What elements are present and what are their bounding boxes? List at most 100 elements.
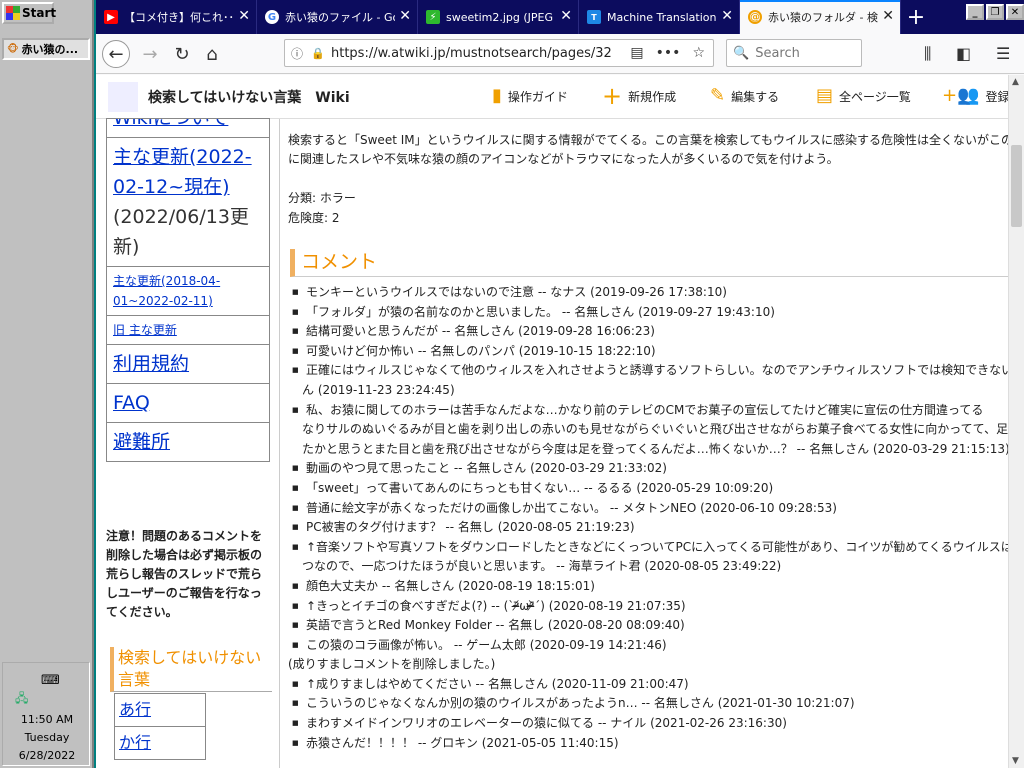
scrollbar-thumb[interactable]: [1011, 145, 1022, 227]
close-icon[interactable]: ✕: [560, 9, 572, 23]
clock-date: 6/28/2022: [18, 749, 76, 762]
comment-item: 可愛いけど何か怖い -- 名無しのパンパ (2019-10-15 18:22:1…: [288, 342, 1008, 362]
scroll-up-icon[interactable]: ▲: [1012, 77, 1019, 87]
tab-atwiki[interactable]: @ 赤い猿のフォルダ - 検索 ✕: [740, 0, 901, 34]
comment-item: 普通に絵文字が赤くなっただけの画像しか出てこない。 -- メタトンNEO (20…: [288, 499, 1008, 519]
tab-strip: ▶ 【コメ付き】何これ･･･ 寿 ✕ G 赤い猿のファイル - Goog ✕ ⚡…: [96, 0, 1024, 34]
kana-link-ka[interactable]: か行: [114, 726, 206, 760]
tab-title: 【コメ付き】何これ･･･ 寿: [124, 11, 234, 24]
window-controls: _ ❐ ✕: [966, 4, 1024, 20]
reload-button[interactable]: ↻: [168, 40, 196, 68]
close-icon[interactable]: ✕: [721, 9, 733, 23]
sidebar-item-updates[interactable]: 主な更新(2022-02-12~現在): [113, 142, 263, 202]
scroll-down-icon[interactable]: ▼: [1012, 756, 1019, 766]
navigation-toolbar: ← → ↻ ⌂ ⓘ 🔒 https://w.atwiki.jp/mustnots…: [96, 34, 1024, 74]
comment-item: PC被害のタグ付けます？ -- 名無し (2020-08-05 21:19:23…: [288, 518, 1008, 538]
tab-title: Machine Translation -: [607, 10, 717, 24]
sidebar-item-about[interactable]: Wikiについて: [113, 119, 263, 133]
site-header: 検索してはいけない言葉 Wiki ▮ 操作ガイド + 新規作成 ✎ 編集する ▤…: [96, 75, 1024, 119]
forward-button[interactable]: →: [136, 40, 164, 68]
main-article: 検索すると「Sweet IM」というウイルスに関する情報がでてくる。この言葉を検…: [282, 119, 1008, 768]
article-category: 分類: ホラー: [288, 191, 356, 205]
info-icon[interactable]: ⓘ: [285, 45, 309, 62]
description-line-1: 検索すると「Sweet IM」というウイルスに関する情報がでてくる。この言葉を検…: [288, 133, 1008, 147]
tab-youtube[interactable]: ▶ 【コメ付き】何これ･･･ 寿 ✕: [96, 0, 257, 34]
comment-continuation: ん (2019-11-23 23:24:45): [302, 382, 455, 397]
sidebar-item-updates-old[interactable]: 主な更新(2018-04-01~2022-02-11): [113, 271, 263, 311]
system-tray: ⌨ 🖧 11:50 AM Tuesday 6/28/2022: [2, 662, 90, 766]
header-link-all-pages[interactable]: ▤ 全ページ一覧: [816, 87, 911, 105]
comment-item: 英語で言うとRed Monkey Folder -- 名無し (2020-08-…: [288, 616, 1008, 636]
header-link-guide[interactable]: ▮ 操作ガイド: [492, 87, 568, 105]
comment-item: 赤猿さんだ！！！！ -- グロキン (2021-05-05 11:40:15): [288, 734, 1008, 754]
library-icon[interactable]: ⫼: [924, 44, 931, 64]
tab-image[interactable]: ⚡ sweetim2.jpg (JPEG 画 ✕: [418, 0, 579, 34]
description-line-2: に関連したスレや不気味な猿の顔のアイコンなどがトラウマになった人が多くいるので気…: [288, 152, 839, 166]
minimize-button[interactable]: _: [966, 4, 984, 20]
reader-view-icon[interactable]: ▤: [630, 45, 643, 61]
comment-item: ↑成りすましはやめてください -- 名無しさん (2020-11-09 21:0…: [288, 675, 1008, 695]
sidebar-kana-list: あ行 か行: [114, 693, 206, 760]
article-description: 検索すると「Sweet IM」というウイルスに関する情報がでてくる。この言葉を検…: [288, 131, 1008, 169]
sidebar-notice: 注意！問題のあるコメントを削除した場合は必ず掲示板の荒らし報告のスレッドで荒らし…: [106, 529, 263, 619]
search-placeholder: Search: [755, 45, 800, 61]
network-icon[interactable]: 🖧: [15, 689, 28, 710]
kana-link-a[interactable]: あ行: [114, 693, 206, 727]
lock-icon[interactable]: 🔒: [309, 47, 327, 60]
close-icon[interactable]: ✕: [238, 9, 250, 23]
sidebar-updates-note: (2022/06/13更新): [113, 206, 249, 258]
bookmark-star-icon[interactable]: ☆: [692, 45, 705, 61]
comment-list: モンキーというウイルスではないので注意 -- なナス (2019-09-26 1…: [288, 283, 1008, 753]
comment-item: 私、お猿に関してのホラーは苦手なんだよな…かなり前のテレビのCMでお菓子の宣伝し…: [288, 401, 1008, 421]
tab-title: 赤い猿のフォルダ - 検索: [768, 11, 878, 24]
keyboard-icon[interactable]: ⌨: [41, 673, 60, 688]
sidebar-item-updates-legacy[interactable]: 旧 主な更新: [113, 320, 263, 340]
sidebar-item-faq[interactable]: FAQ: [113, 388, 263, 418]
comment-item: モンキーというウイルスではないので注意 -- なナス (2019-09-26 1…: [288, 283, 1008, 303]
menu-icon[interactable]: ☰: [996, 44, 1010, 63]
comment-item: 「フォルダ」が猿の名前なのかと思いました。 -- 名無しさん (2019-09-…: [288, 303, 1008, 323]
comment-heading: コメント: [290, 249, 1008, 277]
tab-translation[interactable]: T Machine Translation - ✕: [579, 0, 740, 34]
home-button[interactable]: ⌂: [198, 40, 226, 68]
sidebar-item-terms[interactable]: 利用規約: [113, 349, 263, 379]
clock-day: Tuesday: [24, 731, 70, 744]
sidebar-menu: Wikiについて 主な更新(2022-02-12~現在) (2022/06/13…: [106, 118, 270, 462]
comment-item: 顔色大丈夫か -- 名無しさん (2020-08-19 18:15:01): [288, 577, 1008, 597]
pencil-icon: ✎: [710, 85, 726, 106]
page-content: 検索してはいけない言葉 Wiki ▮ 操作ガイド + 新規作成 ✎ 編集する ▤…: [96, 75, 1024, 768]
clock-time[interactable]: 11:50 AM: [3, 713, 91, 726]
atwiki-icon: @: [748, 10, 762, 24]
taskbar-item-browser[interactable]: 🐵 赤い猿の...: [2, 38, 90, 60]
comment-item: まわすメイドインワリオのエレベーターの猿に似てる -- ナイル (2021-02…: [288, 714, 1008, 734]
url-bar[interactable]: ⓘ 🔒 https://w.atwiki.jp/mustnotsearch/pa…: [284, 39, 714, 67]
close-window-button[interactable]: ✕: [1006, 4, 1024, 20]
site-logo[interactable]: [108, 81, 138, 112]
start-label: Start: [22, 6, 57, 20]
start-button[interactable]: Start: [2, 2, 57, 24]
site-title[interactable]: 検索してはいけない言葉 Wiki: [148, 87, 350, 107]
sidebar: Wikiについて 主な更新(2022-02-12~現在) (2022/06/13…: [96, 118, 280, 768]
header-link-edit[interactable]: ✎ 編集する: [710, 87, 779, 105]
document-icon: ▤: [816, 85, 834, 106]
page-actions-icon[interactable]: •••: [656, 45, 681, 61]
comment-continuation: つなので、一応つけたほうが良いと思います。 -- 海草ライト君 (2020-08…: [302, 559, 782, 574]
tab-google[interactable]: G 赤い猿のファイル - Goog ✕: [257, 0, 418, 34]
users-icon: +👥: [942, 85, 980, 106]
search-input[interactable]: 🔍 Search: [726, 39, 862, 67]
comment-item: ↑きっとイチゴの食べすぎだよ(?) -- (`ᵒ̴̶̷᷄ωᵒ̴̶̷᷅´) (20…: [288, 597, 1008, 617]
sidebar-item-refuge[interactable]: 避難所: [113, 427, 263, 457]
plus-icon: +: [602, 82, 623, 110]
vertical-scrollbar[interactable]: ▲ ▼: [1008, 75, 1024, 768]
url-text[interactable]: https://w.atwiki.jp/mustnotsearch/pages/…: [327, 46, 630, 61]
comment-item: 動画のやつ見て思ったこと -- 名無しさん (2020-03-29 21:33:…: [288, 459, 1008, 479]
close-icon[interactable]: ✕: [399, 9, 411, 23]
back-button[interactable]: ←: [102, 40, 130, 68]
image-icon: ⚡: [426, 10, 440, 24]
sidebar-section-title[interactable]: 検索してはいけない言葉: [110, 647, 272, 692]
header-link-new[interactable]: + 新規作成: [602, 82, 676, 110]
restore-button[interactable]: ❐: [986, 4, 1004, 20]
new-tab-button[interactable]: +: [901, 0, 931, 34]
sidebar-toggle-icon[interactable]: ◧: [956, 44, 971, 63]
close-icon[interactable]: ✕: [882, 9, 894, 23]
